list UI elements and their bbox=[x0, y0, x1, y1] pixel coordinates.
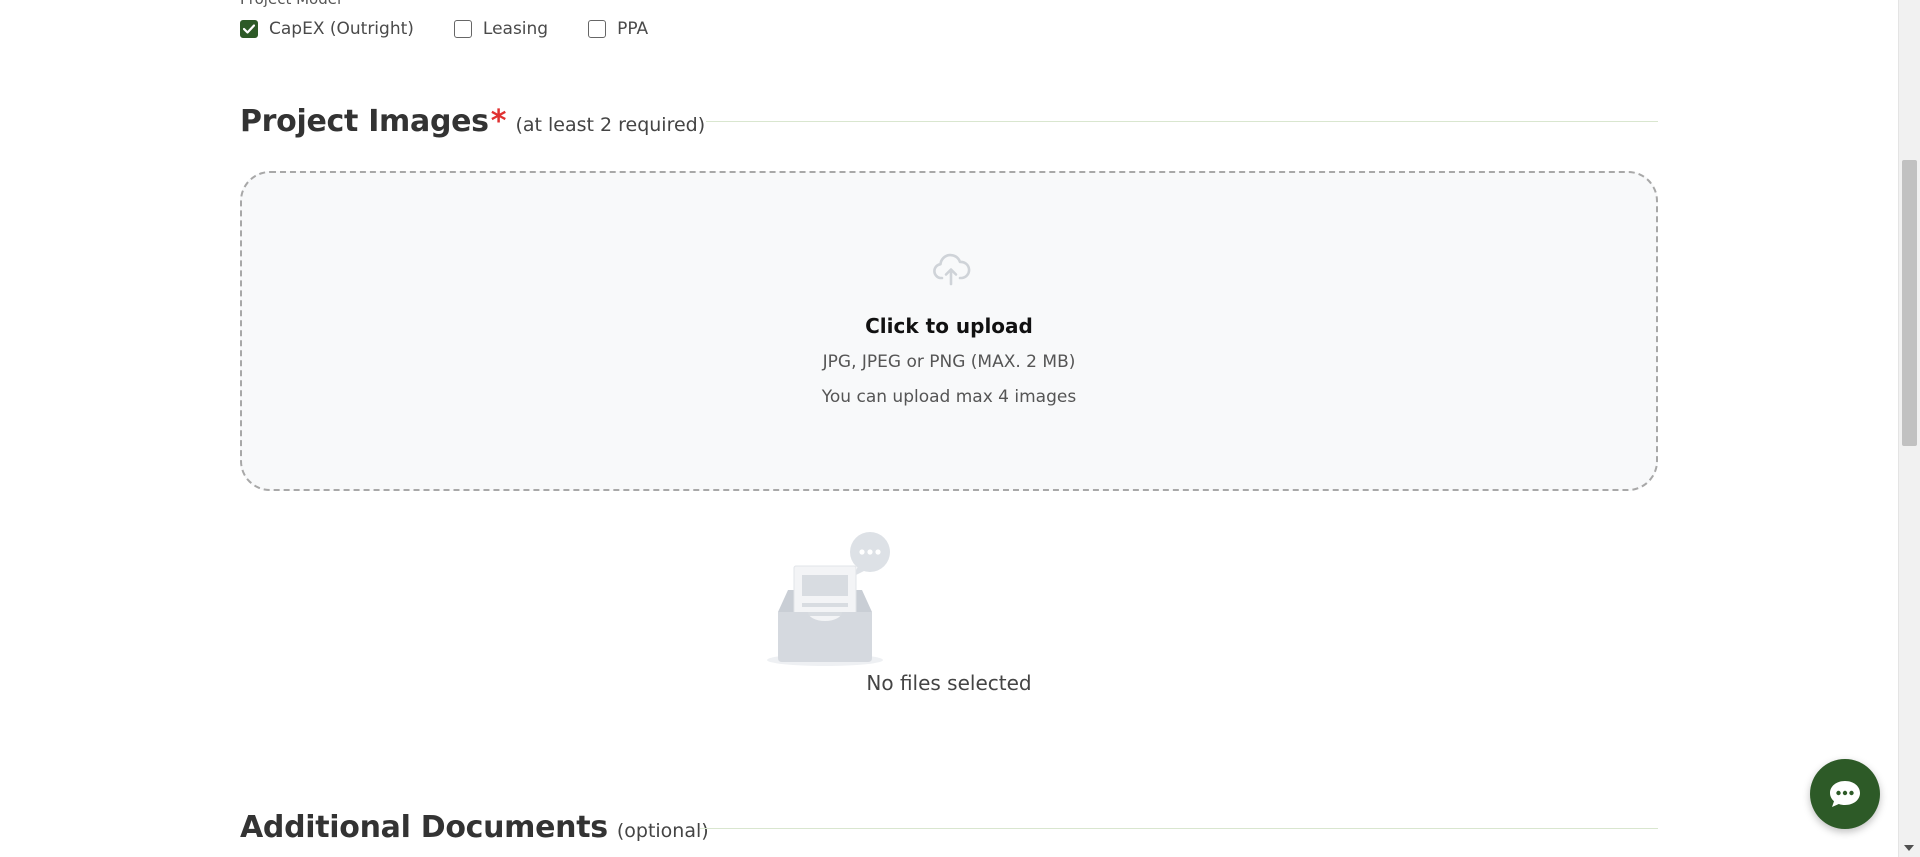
cloud-upload-icon bbox=[933, 253, 971, 286]
capex-checkbox[interactable] bbox=[240, 20, 258, 38]
project-images-heading: Project Images * (at least 2 required) bbox=[240, 104, 705, 139]
ppa-checkbox[interactable] bbox=[588, 20, 607, 38]
additional-documents-divider bbox=[700, 828, 1658, 829]
additional-documents-note: (optional) bbox=[616, 820, 709, 842]
project-model-options: CapEX (Outright) Leasing PPA bbox=[240, 19, 648, 39]
project-images-note: (at least 2 required) bbox=[515, 114, 706, 136]
project-images-divider bbox=[706, 121, 1658, 122]
scrollbar-thumb[interactable] bbox=[1902, 160, 1917, 446]
upload-limit-hint: You can upload max 4 images bbox=[821, 387, 1077, 407]
project-images-title: Project Images bbox=[240, 104, 489, 139]
checkmark-icon bbox=[243, 24, 255, 34]
additional-documents-title: Additional Documents bbox=[240, 810, 608, 845]
project-model-label: Project Model bbox=[240, 0, 341, 8]
required-marker: * bbox=[490, 104, 507, 139]
image-upload-dropzone[interactable]: Click to upload JPG, JPEG or PNG (MAX. 2… bbox=[240, 171, 1658, 491]
leasing-checkbox[interactable] bbox=[453, 20, 472, 38]
additional-documents-heading: Additional Documents (optional) bbox=[240, 810, 709, 845]
option-ppa[interactable]: PPA bbox=[588, 19, 648, 39]
capex-label: CapEX (Outright) bbox=[269, 19, 414, 39]
empty-state-text: No files selected bbox=[866, 671, 1032, 695]
leasing-label: Leasing bbox=[482, 19, 549, 39]
empty-inbox-illustration bbox=[767, 532, 890, 666]
chat-bubble-icon bbox=[1830, 781, 1860, 807]
ppa-label: PPA bbox=[617, 19, 649, 39]
chat-button[interactable] bbox=[1810, 759, 1880, 829]
vertical-scrollbar[interactable] bbox=[1898, 0, 1920, 857]
option-capex[interactable]: CapEX (Outright) bbox=[240, 19, 414, 39]
page: Project Model CapEX (Outright) Leasing P… bbox=[0, 0, 1920, 857]
upload-formats-hint: JPG, JPEG or PNG (MAX. 2 MB) bbox=[822, 352, 1076, 372]
upload-title: Click to upload bbox=[865, 314, 1033, 338]
scroll-down-arrow-icon[interactable] bbox=[1904, 845, 1914, 851]
option-leasing[interactable]: Leasing bbox=[453, 19, 549, 39]
